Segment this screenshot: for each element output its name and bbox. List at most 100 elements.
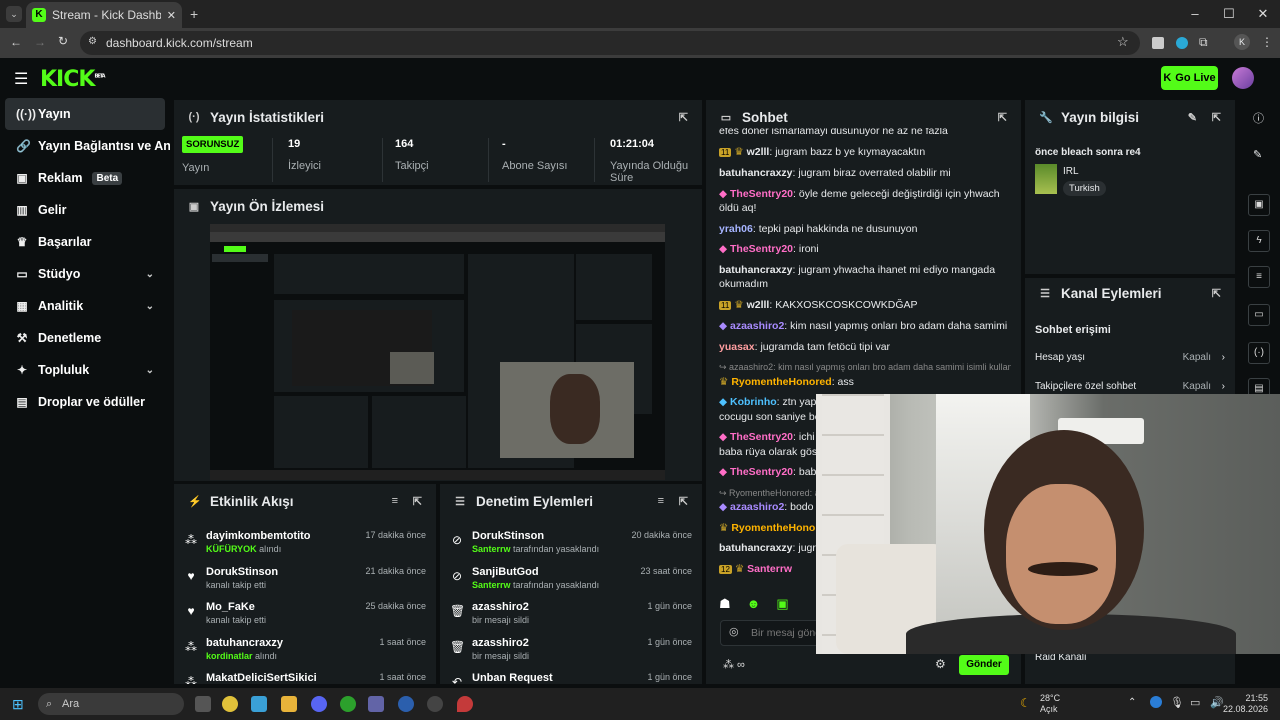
chat-username[interactable]: TheSentry20 — [730, 188, 793, 200]
setting-row[interactable]: Takipçilere özel sohbet Kapalı › — [1035, 381, 1225, 392]
extension-icon[interactable] — [1152, 37, 1164, 49]
popout-icon[interactable]: ⇱ — [679, 495, 688, 508]
chat-icon[interactable]: ▭ — [1248, 304, 1270, 326]
sidebar-item-community[interactable]: ✦ Topluluk ⌄ — [0, 354, 170, 386]
preview-icon[interactable]: ▣ — [1248, 194, 1270, 216]
list-item-name[interactable]: DorukStinson — [206, 566, 278, 578]
reload-icon[interactable]: ↻ — [58, 34, 68, 48]
new-tab-button[interactable]: + — [190, 6, 198, 22]
emote-icon[interactable]: ☗ — [719, 596, 747, 611]
sidebar-item-achievements[interactable]: ♛ Başarılar — [0, 226, 170, 258]
obs-icon[interactable] — [427, 696, 443, 712]
edit-pencil-icon[interactable]: ✎ — [1253, 148, 1262, 161]
app-icon[interactable] — [398, 696, 414, 712]
chat-username[interactable]: yuasax — [719, 341, 755, 353]
task-view-icon[interactable] — [195, 696, 211, 712]
chat-username[interactable]: Santerrw — [747, 563, 792, 575]
chat-username[interactable]: RyomentheHonor — [731, 522, 819, 534]
chat-username[interactable]: azaashiro2 — [730, 501, 784, 513]
kick-logo[interactable]: KICKBETA — [40, 67, 106, 92]
app-icon[interactable] — [457, 696, 473, 712]
setting-row[interactable]: Hesap yaşı Kapalı › — [1035, 352, 1225, 363]
chat-username[interactable]: yrah06 — [719, 223, 753, 235]
sidebar-item-ads[interactable]: ▣ Reklam Beta — [0, 162, 170, 194]
profile-icon[interactable]: K — [1234, 34, 1250, 50]
gear-icon[interactable]: ⚙ — [935, 657, 946, 671]
send-button[interactable]: Gönder — [959, 655, 1009, 675]
tray-chevron-icon[interactable]: ⌃ — [1128, 697, 1136, 708]
emote-bar[interactable]: ☗☻▣ — [719, 596, 805, 612]
list-item-name[interactable]: batuhancraxzy — [206, 637, 283, 649]
maximize-icon[interactable]: ☐ — [1212, 0, 1246, 28]
emoji-icon[interactable]: ◎ — [729, 625, 739, 638]
url-input[interactable]: dashboard.kick.com/stream — [80, 31, 1140, 55]
points-icon[interactable]: ⁂ ∞ — [723, 658, 745, 671]
broadcast-icon[interactable]: (·) — [1248, 342, 1270, 364]
app-icon[interactable] — [251, 696, 267, 712]
display-icon[interactable]: ▭ — [1190, 696, 1200, 709]
tab-close-icon[interactable]: ✕ — [167, 9, 176, 22]
xbox-icon[interactable] — [340, 696, 356, 712]
list-item-name[interactable]: MakatDeliciSertSikici — [206, 672, 317, 684]
chat-username[interactable]: batuhancraxzy — [719, 167, 793, 179]
chat-username[interactable]: TheSentry20 — [730, 243, 793, 255]
microphone-icon[interactable]: 🎙 — [1170, 696, 1184, 709]
chat-username[interactable]: w2lll — [747, 146, 770, 158]
forward-icon[interactable]: → — [34, 35, 46, 49]
list-item-name[interactable]: azasshiro2 — [472, 601, 529, 613]
info-icon[interactable]: ⓘ — [1253, 110, 1264, 126]
sidebar-item-revenue[interactable]: ▥ Gelir — [0, 194, 170, 226]
go-live-button[interactable]: K Go Live — [1161, 66, 1218, 90]
emote-icon[interactable]: ▣ — [776, 596, 804, 611]
browser-menu-icon[interactable]: ⋮ — [1261, 35, 1273, 49]
list-item-name[interactable]: Unban Request — [472, 672, 553, 684]
category-name[interactable]: IRL — [1063, 166, 1079, 177]
list-item-name[interactable]: SanjiButGod — [472, 566, 539, 578]
list-item-name[interactable]: DorukStinson — [472, 530, 544, 542]
sidebar-item-drops[interactable]: ▤ Droplar ve ödüller — [0, 386, 170, 418]
minimize-icon[interactable]: – — [1178, 0, 1212, 28]
hamburger-menu-icon[interactable]: ☰ — [14, 69, 28, 89]
popout-icon[interactable]: ⇱ — [413, 495, 422, 508]
emote-icon[interactable]: ☻ — [747, 596, 777, 611]
teams-icon[interactable] — [368, 696, 384, 712]
chat-username[interactable]: w2lll — [747, 299, 770, 311]
list-item-name[interactable]: Mo_FaKe — [206, 601, 255, 613]
filter-icon[interactable]: ≡ — [658, 495, 664, 507]
list-item-name[interactable]: azasshiro2 — [472, 637, 529, 649]
stream-preview-video[interactable] — [210, 224, 665, 480]
chat-username[interactable]: Kobrinho — [730, 396, 777, 408]
list-icon[interactable]: ≡ — [1248, 266, 1270, 288]
tab-search-button[interactable]: ⌄ — [6, 6, 22, 22]
sidebar-item-stream[interactable]: ((·)) Yayın — [5, 98, 165, 130]
browser-tab[interactable]: K Stream - Kick Dashboard ✕ — [26, 2, 182, 28]
chat-username[interactable]: RyomentheHonored — [731, 376, 831, 388]
close-window-icon[interactable]: ✕ — [1246, 0, 1280, 28]
sidebar-item-moderation[interactable]: ⚒ Denetleme — [0, 322, 170, 354]
discord-icon[interactable] — [311, 696, 327, 712]
avatar[interactable] — [1232, 67, 1254, 89]
site-info-icon[interactable]: ⚙ — [88, 36, 97, 47]
windows-start-icon[interactable]: ⊞ — [12, 696, 24, 713]
tray-app-icon[interactable] — [1150, 696, 1162, 708]
popout-icon[interactable]: ⇱ — [1212, 111, 1221, 124]
popout-icon[interactable]: ⇱ — [679, 111, 688, 124]
filter-icon[interactable]: ≡ — [392, 495, 398, 507]
edit-pencil-icon[interactable]: ✎ — [1188, 111, 1197, 124]
chat-username[interactable]: TheSentry20 — [730, 466, 793, 478]
taskbar-clock[interactable]: 21:55 22.08.2026 — [1223, 693, 1268, 715]
popout-icon[interactable]: ⇱ — [998, 111, 1007, 124]
chat-username[interactable]: TheSentry20 — [730, 431, 793, 443]
sidebar-item-stream-key[interactable]: 🔗 Yayın Bağlantısı ve Anahtarı — [0, 130, 170, 162]
extensions-puzzle-icon[interactable]: ⧉ — [1199, 35, 1208, 50]
sidebar-item-studio[interactable]: ▭ Stüdyo ⌄ — [0, 258, 170, 290]
extension-2-icon[interactable] — [1176, 37, 1188, 49]
chat-username[interactable]: batuhancraxzy — [719, 264, 793, 276]
bookmark-star-icon[interactable]: ☆ — [1117, 34, 1129, 50]
chat-username[interactable]: batuhancraxzy — [719, 542, 793, 554]
back-icon[interactable]: ← — [10, 35, 22, 49]
chrome-icon[interactable] — [222, 696, 238, 712]
popout-icon[interactable]: ⇱ — [1212, 287, 1221, 300]
volume-icon[interactable]: 🔊 — [1210, 696, 1224, 709]
lightning-icon[interactable]: ϟ — [1248, 230, 1270, 252]
